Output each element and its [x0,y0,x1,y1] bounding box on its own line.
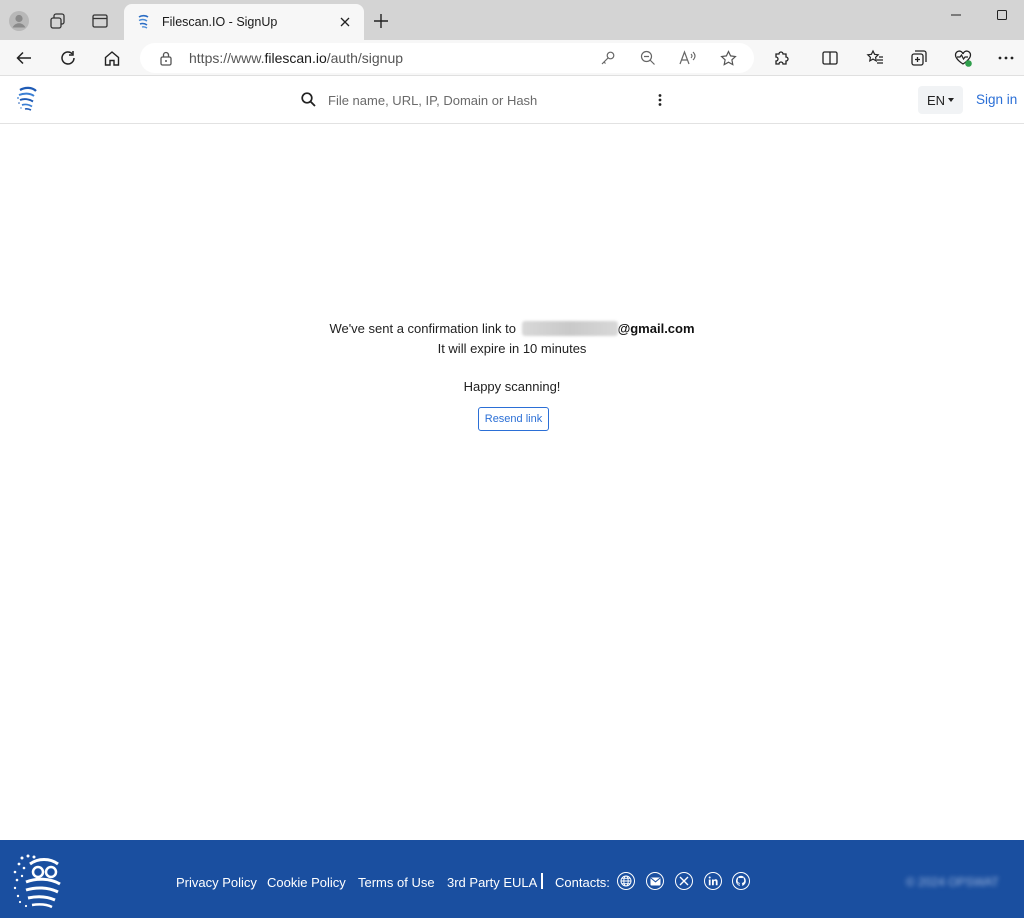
linkedin-icon [708,876,718,886]
privacy-policy-link[interactable]: Privacy Policy [176,875,257,890]
browser-essentials-button[interactable] [948,43,978,73]
search-icon [301,92,316,107]
new-tab-button[interactable] [368,8,394,34]
extensions-button[interactable] [767,43,797,73]
happy-scanning-message: Happy scanning! [463,379,561,394]
linkedin-link[interactable] [704,872,722,890]
home-button[interactable] [97,43,127,73]
redacted-email-local-part [521,321,618,336]
back-arrow-icon [16,51,31,65]
url-prefix: https://www. [189,50,265,66]
cookie-policy-link[interactable]: Cookie Policy [267,875,346,890]
split-screen-button[interactable] [815,43,845,73]
website-link[interactable] [617,872,635,890]
contacts-label: Contacts: [555,875,610,890]
maximize-icon [997,10,1007,20]
password-key-button[interactable] [598,48,618,68]
settings-more-button[interactable] [991,43,1021,73]
resend-link-button[interactable]: Resend link [478,407,549,431]
filescan-logo-icon[interactable] [16,86,40,112]
refresh-icon [61,51,75,65]
globe-icon [620,875,632,887]
more-horizontal-icon [998,56,1014,60]
puzzle-icon [775,51,789,65]
x-icon [679,876,689,886]
footer-divider [541,873,543,889]
workspaces-icon [50,13,65,29]
confirmation-sent-text: We've sent a confirmation link to [329,321,516,336]
tab-title: Filescan.IO - SignUp [162,15,278,29]
maximize-button[interactable] [979,0,1024,30]
tab-close-button[interactable] [336,13,354,31]
collections-icon [911,50,927,66]
confirmation-message: We've sent a confirmation link to @gmail… [0,321,1024,336]
search-input[interactable] [322,88,642,112]
tab-filescan-signup[interactable]: Filescan.IO - SignUp [124,4,364,40]
favorite-star-button[interactable] [718,48,738,68]
url-host: filescan.io [264,50,327,66]
refresh-button[interactable] [53,43,83,73]
zoom-out-icon [640,50,655,65]
workspaces-button[interactable] [44,7,72,35]
browser-tabstrip: Filescan.IO - SignUp [0,0,1024,40]
github-icon [735,875,746,886]
opswat-owl-logo-icon [13,854,61,909]
github-link[interactable] [732,872,750,890]
x-twitter-link[interactable] [675,872,693,890]
terms-of-use-link[interactable]: Terms of Use [358,875,435,890]
signin-link[interactable]: Sign in [976,92,1017,107]
email-link[interactable] [646,872,664,890]
collections-button[interactable] [904,43,934,73]
mail-icon [649,877,661,885]
url-text: https://www.filescan.io/auth/signup [189,50,403,66]
site-header: EN Sign in [0,77,1024,124]
close-icon [340,17,350,27]
favorites-list-icon [866,49,883,64]
language-selector[interactable]: EN [918,86,963,114]
heartbeat-icon [954,50,972,67]
search-options-button[interactable] [651,91,669,109]
url-path: /auth/signup [326,50,404,66]
key-icon [601,51,615,65]
filescan-favicon-icon [138,14,149,29]
minimize-button[interactable] [933,0,979,30]
address-bar[interactable]: https://www.filescan.io/auth/signup [140,43,754,73]
favorites-button[interactable] [860,43,890,73]
star-icon [719,49,737,66]
vertical-tabs-button[interactable] [86,7,114,35]
read-aloud-button[interactable] [678,48,698,68]
profile-button[interactable] [5,7,33,35]
split-screen-icon [822,51,838,65]
minimize-icon [951,14,961,16]
email-domain: @gmail.com [617,321,695,336]
site-footer: Privacy Policy Cookie Policy Terms of Us… [0,840,1024,918]
home-icon [104,51,120,66]
read-aloud-icon [679,50,696,65]
browser-toolbar: https://www.filescan.io/auth/signup [0,40,1024,76]
zoom-button[interactable] [638,48,658,68]
back-button[interactable] [9,43,39,73]
more-vertical-icon [658,94,662,106]
chevron-down-icon [948,98,955,102]
lock-icon [160,51,172,66]
third-party-eula-link[interactable]: 3rd Party EULA [447,875,537,890]
profile-icon [9,11,29,31]
language-label: EN [926,92,946,108]
copyright-text: © 2024 OPSWAT [906,875,999,889]
plus-icon [374,14,388,28]
expiry-message: It will expire in 10 minutes [437,341,587,356]
tab-actions-icon [92,14,108,28]
